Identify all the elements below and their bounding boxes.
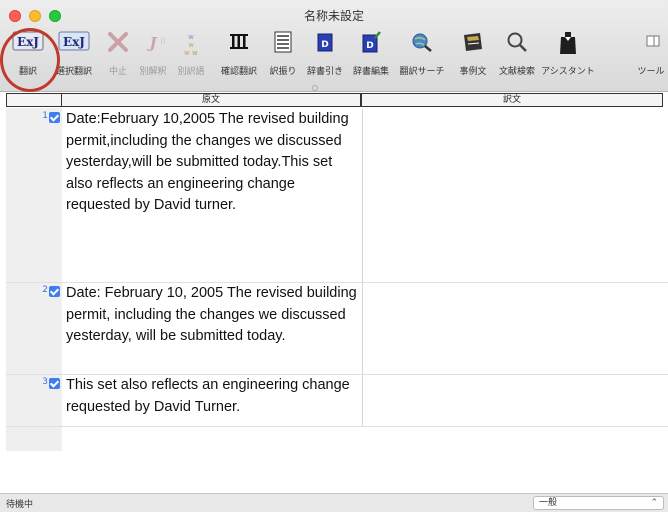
row-checkbox[interactable] — [49, 378, 60, 389]
alt-interpretation-button[interactable]: J)) 別解釈 — [138, 31, 168, 77]
target-column-header[interactable]: 訳文 — [361, 93, 663, 107]
status-bar: 待機中 一般 ⌃ — [0, 493, 668, 512]
svg-text:w: w — [192, 49, 198, 57]
row-checkbox[interactable] — [49, 286, 60, 297]
svg-text:D: D — [321, 40, 328, 50]
literature-search-icon — [502, 31, 532, 59]
window-title: 名称未設定 — [303, 9, 364, 23]
target-text[interactable] — [362, 283, 662, 374]
dictionary-edit-button[interactable]: D 辞書編集 — [353, 31, 389, 77]
literature-search-button[interactable]: 文献検索 — [499, 31, 535, 77]
interlinear-button[interactable]: 訳振り — [268, 31, 298, 77]
dictionary-lookup-button[interactable]: D 辞書引き — [307, 31, 343, 77]
row-header-cell — [6, 93, 62, 107]
tools-icon — [636, 31, 666, 59]
tools-label: ツール — [637, 67, 665, 77]
example-sentence-label: 事例文 — [459, 67, 487, 77]
source-text[interactable]: Date: February 10, 2005 The revised buil… — [66, 283, 360, 348]
stop-x-icon — [104, 31, 132, 59]
svg-text:)): )) — [160, 37, 166, 45]
status-text: 待機中 — [6, 500, 34, 510]
translate-highlight-ring — [0, 28, 60, 92]
row-number: 2 — [42, 285, 48, 295]
assistant-button[interactable]: アシスタント — [541, 31, 595, 77]
alt-word-icon: wwww — [176, 31, 206, 59]
assistant-label: アシスタント — [541, 67, 595, 77]
mode-select[interactable]: 一般 ⌃ — [533, 496, 664, 510]
selection-translate-button[interactable]: ExJ 選択翻訳 — [56, 31, 92, 77]
target-text[interactable] — [362, 109, 662, 282]
row-number: 1 — [42, 111, 48, 121]
assistant-icon — [548, 31, 588, 59]
source-text[interactable]: This set also reflects an engineering ch… — [66, 375, 360, 418]
target-text[interactable] — [362, 375, 662, 426]
source-column-header[interactable]: 原文 — [61, 93, 361, 107]
svg-text:ExJ: ExJ — [63, 35, 85, 49]
verify-translate-icon — [222, 31, 256, 59]
table-row[interactable]: 2 Date: February 10, 2005 The revised bu… — [6, 283, 668, 375]
ej-select-translate-icon: ExJ — [56, 31, 92, 59]
source-text[interactable]: Date:February 10,2005 The revised buildi… — [66, 109, 360, 217]
verify-translate-button[interactable]: 確認翻訳 — [221, 31, 257, 77]
mode-select-value: 一般 — [539, 498, 558, 508]
translate-search-label: 翻訳サーチ — [399, 67, 445, 77]
dictionary-lookup-icon: D — [310, 31, 340, 59]
select-chevron-icon: ⌃ — [650, 498, 658, 508]
literature-search-label: 文献検索 — [498, 67, 535, 77]
row-checkbox[interactable] — [49, 112, 60, 123]
svg-text:w: w — [184, 49, 190, 57]
translate-search-button[interactable]: 翻訳サーチ — [399, 31, 445, 77]
svg-text:w: w — [188, 41, 194, 49]
example-sentence-icon — [458, 31, 488, 59]
table-row[interactable]: 1 Date:February 10,2005 The revised buil… — [6, 109, 668, 283]
table-row[interactable]: 3 This set also reflects an engineering … — [6, 375, 668, 427]
alt-word-button[interactable]: wwww 別訳語 — [176, 31, 206, 77]
svg-text:D: D — [366, 41, 373, 51]
translate-search-icon — [404, 31, 440, 59]
translation-table: 原文 訳文 1 Date:February 10,2005 The revise… — [0, 92, 668, 493]
dictionary-edit-icon: D — [356, 31, 386, 59]
alt-word-label: 別訳語 — [177, 67, 205, 77]
dictionary-lookup-label: 辞書引き — [306, 67, 343, 77]
row-number: 3 — [42, 377, 48, 387]
svg-text:w: w — [188, 33, 194, 41]
interlinear-icon — [268, 31, 298, 59]
dictionary-edit-label: 辞書編集 — [352, 67, 389, 77]
pane-resize-handle[interactable] — [312, 85, 318, 91]
app-window: 名称未設定 ExJ 翻訳 ExJ 選択翻訳 中止 J)) 別解釈 w w w w… — [0, 0, 668, 512]
alt-interpretation-icon: J)) — [138, 31, 168, 59]
example-sentence-button[interactable]: 事例文 — [458, 31, 488, 77]
tools-button[interactable]: ツール — [636, 31, 666, 77]
toolbar: 名称未設定 ExJ 翻訳 ExJ 選択翻訳 中止 J)) 別解釈 w w w w… — [0, 0, 668, 92]
svg-text:J: J — [146, 34, 157, 52]
